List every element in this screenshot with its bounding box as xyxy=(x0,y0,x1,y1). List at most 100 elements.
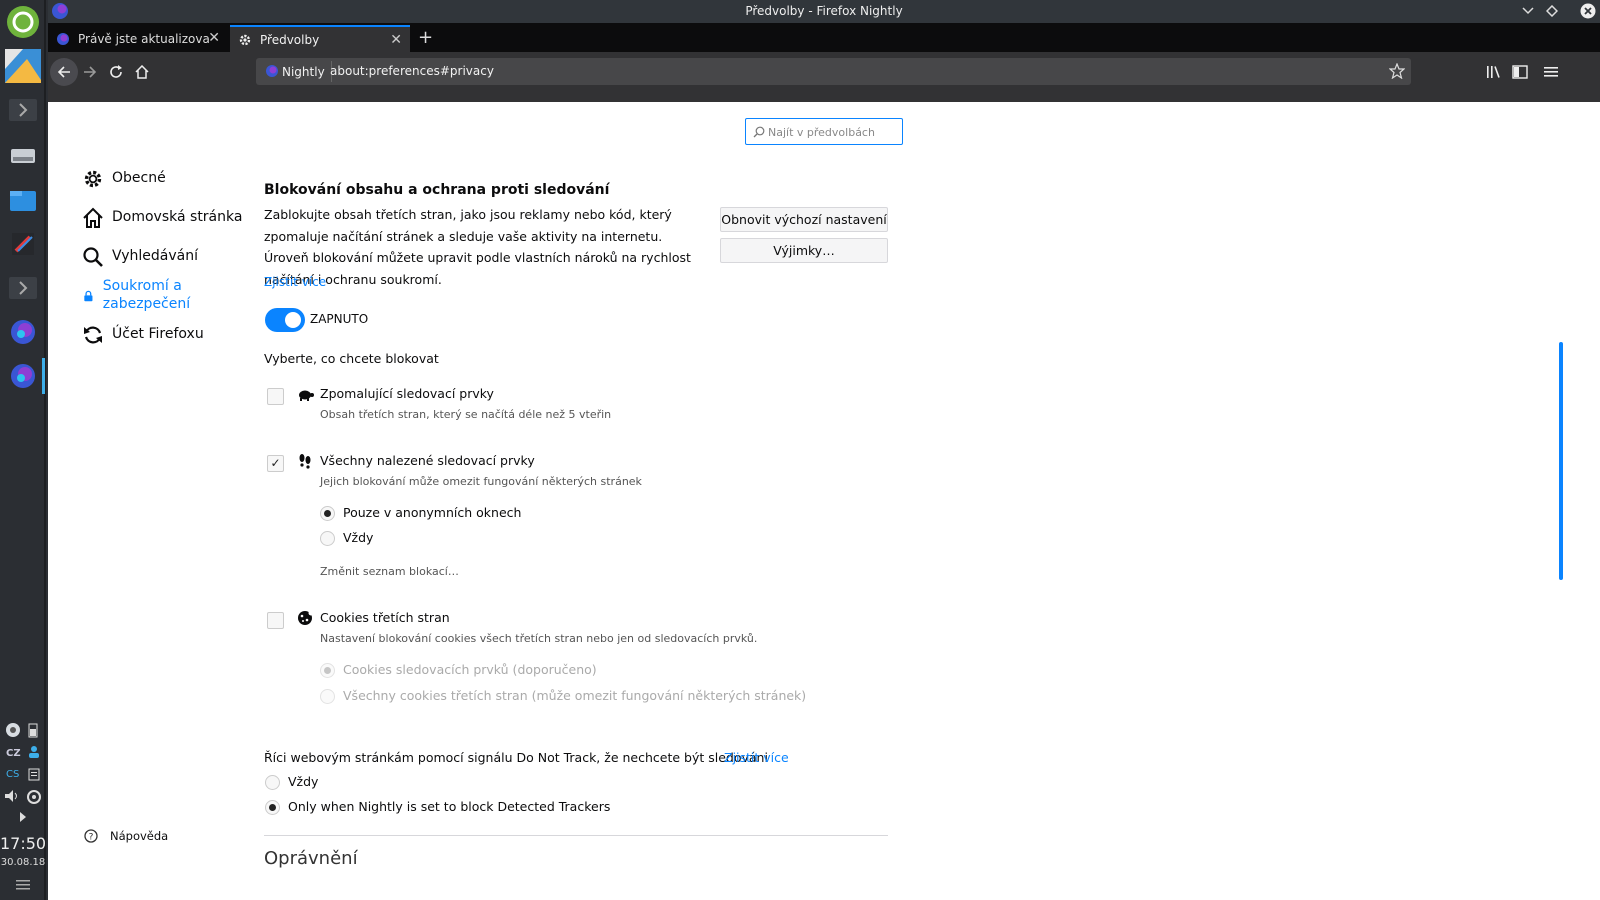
choose-block-label: Vyberte, co chcete blokovat xyxy=(264,351,439,366)
sidebar-toggle-icon[interactable] xyxy=(1512,65,1528,79)
desktop-icon[interactable] xyxy=(5,48,41,84)
home-button[interactable] xyxy=(128,58,156,86)
identity-box[interactable]: Nightly xyxy=(260,61,332,82)
preferences-search-input[interactable]: Najít v předvolbách xyxy=(745,118,903,145)
keyboard-layout-cs[interactable]: CS xyxy=(6,769,19,780)
window-title: Předvolby - Firefox Nightly xyxy=(745,4,903,18)
restore-defaults-button[interactable]: Obnovit výchozí nastavení xyxy=(720,207,888,232)
expand-panel-icon[interactable] xyxy=(5,92,41,128)
cookies-title: Cookies třetích stran xyxy=(320,610,450,625)
back-button[interactable] xyxy=(50,58,78,86)
editor-icon[interactable] xyxy=(5,226,41,262)
dnt-learn-more-link[interactable]: Zjistit více xyxy=(724,750,789,765)
file-manager-icon[interactable] xyxy=(5,182,41,218)
navigation-toolbar: Nightly about:preferences#privacy xyxy=(48,52,1600,102)
minimize-icon[interactable] xyxy=(1522,6,1534,16)
help-label: Nápověda xyxy=(110,829,169,843)
trackers-always-radio[interactable] xyxy=(320,531,335,546)
footprints-icon xyxy=(299,454,311,469)
user-icon[interactable] xyxy=(27,745,41,759)
search-icon xyxy=(753,126,765,138)
nightly-identity-icon xyxy=(266,65,278,77)
all-trackers-checkbox[interactable]: ✓ xyxy=(267,455,284,472)
content-blocking-toggle[interactable] xyxy=(265,308,305,332)
cookies-trackers-label: Cookies sledovacích prvků (doporučeno) xyxy=(343,662,597,677)
clipboard-icon[interactable] xyxy=(27,767,41,781)
cookies-trackers-radio[interactable] xyxy=(320,663,335,678)
maximize-icon[interactable] xyxy=(1546,5,1558,17)
dnt-only-radio[interactable] xyxy=(265,800,280,815)
expand-panel-2-icon[interactable] xyxy=(5,270,41,306)
battery-icon[interactable] xyxy=(27,722,39,738)
tray-expand-icon[interactable] xyxy=(18,812,28,822)
lock-icon xyxy=(84,290,93,302)
new-tab-plus-icon[interactable]: + xyxy=(418,27,433,48)
cookies-all-radio[interactable] xyxy=(320,689,335,704)
trackers-private-label: Pouze v anonymních oknech xyxy=(343,505,522,520)
hamburger-menu-icon[interactable] xyxy=(1544,65,1558,79)
clock-time[interactable]: 17:50 xyxy=(0,834,46,853)
close-tab-icon[interactable]: ✕ xyxy=(208,30,220,46)
category-privacy[interactable]: Soukromí a zabezpečení xyxy=(82,277,202,313)
reload-icon xyxy=(110,65,122,78)
gear-icon xyxy=(84,170,102,188)
tab-updated[interactable]: Právě jste aktualizovali Firefox ✕ xyxy=(48,25,228,52)
slow-trackers-title: Zpomalující sledovací prvky xyxy=(320,386,494,401)
library-icon[interactable] xyxy=(1486,65,1502,79)
category-label: Vyhledávání xyxy=(112,248,198,264)
network-icon[interactable] xyxy=(5,722,21,738)
firefox-nightly-icon[interactable] xyxy=(5,314,41,350)
permissions-title: Oprávnění xyxy=(264,848,358,869)
tab-strip: Právě jste aktualizovali Firefox ✕ Předv… xyxy=(48,23,1600,52)
firefox-tab-icon xyxy=(57,32,69,45)
exceptions-button[interactable]: Výjimky… xyxy=(720,238,888,263)
home-icon xyxy=(83,207,103,228)
cookies-checkbox[interactable] xyxy=(267,612,284,629)
toggle-label: ZAPNUTO xyxy=(310,312,369,326)
search-icon xyxy=(83,247,103,267)
slow-trackers-checkbox[interactable] xyxy=(267,388,284,405)
tab-label: Předvolby xyxy=(260,32,320,47)
active-indicator xyxy=(42,358,45,394)
cookies-all-label: Všechny cookies třetích stran (může omez… xyxy=(343,688,807,703)
category-label: Účet Firefoxu xyxy=(112,326,204,342)
identity-label: Nightly xyxy=(282,64,325,79)
volume-icon[interactable] xyxy=(4,789,20,803)
cookie-icon xyxy=(298,610,313,625)
learn-more-link[interactable]: Zjistit více xyxy=(264,272,326,294)
forward-button[interactable] xyxy=(76,58,104,86)
tab-label: Právě jste aktualizovali Firefox xyxy=(78,31,210,46)
category-general[interactable]: Obecné xyxy=(82,168,166,190)
toggle-knob xyxy=(285,312,301,328)
scrollbar-thumb[interactable] xyxy=(1559,342,1563,580)
close-window-icon[interactable] xyxy=(1580,3,1596,19)
help-link[interactable]: ? Nápověda xyxy=(84,829,168,843)
all-trackers-title: Všechny nalezené sledovací prvky xyxy=(320,453,535,468)
url-text[interactable]: about:preferences#privacy xyxy=(330,64,494,78)
gear-tab-icon xyxy=(239,34,251,45)
keyboard-layout-cz[interactable]: CZ xyxy=(6,748,21,759)
dnt-only-label: Only when Nightly is set to block Detect… xyxy=(288,799,611,814)
updates-icon[interactable] xyxy=(26,789,42,805)
dnt-always-radio[interactable] xyxy=(265,775,280,790)
all-trackers-desc: Jejich blokování může omezit fungování n… xyxy=(320,475,642,488)
drive-icon[interactable] xyxy=(5,138,41,174)
app-launcher-icon[interactable] xyxy=(5,4,41,40)
close-tab-icon[interactable]: ✕ xyxy=(390,32,402,48)
url-bar[interactable]: Nightly about:preferences#privacy xyxy=(256,58,1411,85)
panel-menu-icon[interactable] xyxy=(16,878,30,890)
trackers-private-radio[interactable] xyxy=(320,506,335,521)
tab-preferences[interactable]: Předvolby ✕ xyxy=(230,25,410,52)
section-divider xyxy=(264,835,888,836)
turtle-icon xyxy=(299,390,314,401)
bookmark-star-icon[interactable] xyxy=(1389,63,1405,79)
category-sync[interactable]: Účet Firefoxu xyxy=(82,324,204,346)
reload-button[interactable] xyxy=(102,58,130,86)
category-home[interactable]: Domovská stránka xyxy=(82,207,242,229)
help-icon: ? xyxy=(84,829,98,843)
firefox-nightly-active-icon[interactable] xyxy=(5,358,41,394)
category-search[interactable]: Vyhledávání xyxy=(82,246,198,268)
svg-text:?: ? xyxy=(89,833,94,843)
cookies-desc: Nastavení blokování cookies všech třetíc… xyxy=(320,632,758,645)
change-blocklist-link[interactable]: Změnit seznam blokací… xyxy=(320,565,459,578)
